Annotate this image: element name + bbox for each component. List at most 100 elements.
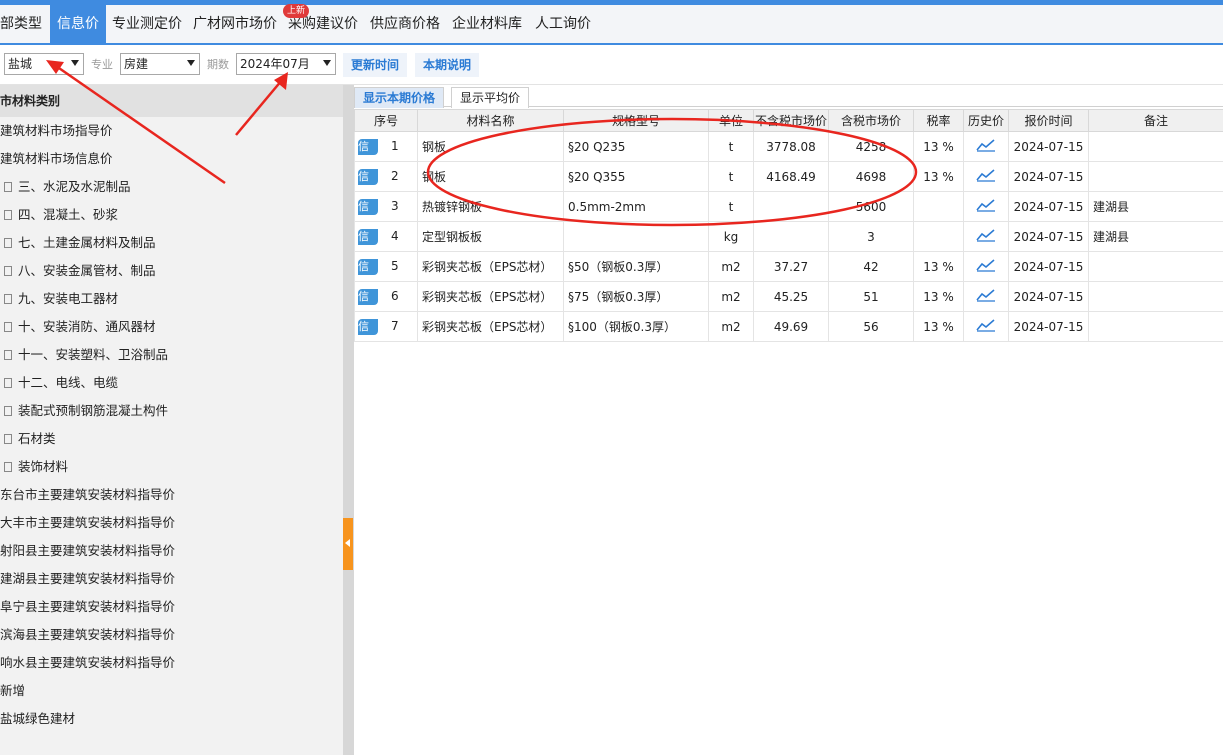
sidebar-item[interactable]: 石材类 xyxy=(4,425,56,453)
tab-market-price[interactable]: 广材网市场价 xyxy=(193,5,279,43)
collapse-sidebar-handle[interactable] xyxy=(343,518,353,570)
sidebar-item[interactable]: 阜宁县主要建筑安装材料指导价 xyxy=(0,593,175,621)
chevron-down-icon xyxy=(187,60,195,66)
sidebar-item[interactable]: 响水县主要建筑安装材料指导价 xyxy=(0,649,175,677)
document-icon xyxy=(4,434,12,444)
sidebar-item[interactable]: 大丰市主要建筑安装材料指导价 xyxy=(0,509,175,537)
cell-spec xyxy=(563,221,709,252)
sidebar-item[interactable]: 东台市主要建筑安装材料指导价 xyxy=(0,481,175,509)
price-view-tabs: 显示本期价格 显示平均价 xyxy=(354,85,1223,108)
sidebar-item[interactable]: 四、混凝土、砂浆 xyxy=(4,201,118,229)
history-price-cell xyxy=(963,221,1009,252)
column-header: 规格型号 xyxy=(563,109,709,132)
row-number: 1 xyxy=(391,138,399,153)
trend-chart-icon[interactable] xyxy=(976,228,996,242)
info-tag-button[interactable]: 信 xyxy=(358,318,378,335)
table-row[interactable]: 信 1 钢板 §20 Q235 t 3778.08 4258 13 % 2024-07-15 xyxy=(354,131,1223,162)
trend-chart-icon[interactable] xyxy=(976,258,996,272)
region-select[interactable]: 盐城 xyxy=(4,53,84,75)
cell-name: 定型钢板板 xyxy=(417,221,564,252)
cell-ex-tax xyxy=(753,191,829,222)
info-tag-button[interactable]: 信 xyxy=(358,168,378,185)
info-tag-button[interactable]: 信 xyxy=(358,138,378,155)
table-row[interactable]: 信 3 热镀锌钢板 0.5mm-2mm t 5600 2024-07-15 建湖县 xyxy=(354,191,1223,222)
sidebar-item[interactable]: 装饰材料 xyxy=(4,453,68,481)
cell-name: 彩钢夹芯板（EPS芯材） xyxy=(417,311,564,342)
history-price-cell xyxy=(963,251,1009,282)
sidebar-item[interactable]: 装配式预制钢筋混凝土构件 xyxy=(4,397,168,425)
sidebar-item[interactable]: 十、安装消防、通风器材 xyxy=(4,313,156,341)
cell-rate xyxy=(913,191,964,222)
price-panel: 显示本期价格 显示平均价 序号 材料名称 规格型号 单位 不含税市场价 含税市场价 税率 历史… xyxy=(354,85,1223,755)
cell-spec: §20 Q355 xyxy=(563,161,709,192)
info-tag-button[interactable]: 信 xyxy=(358,258,378,275)
tab-average-price[interactable]: 显示平均价 xyxy=(451,87,530,108)
row-number-cell: 信6 xyxy=(354,281,418,312)
tab-professional-price[interactable]: 专业测定价 xyxy=(112,5,186,43)
sidebar-item[interactable]: 三、水泥及水泥制品 xyxy=(4,173,131,201)
row-number: 2 xyxy=(391,168,399,183)
sidebar-item[interactable]: 七、土建金属材料及制品 xyxy=(4,229,156,257)
tab-category-type[interactable]: 部类型 xyxy=(0,5,44,43)
sidebar-item[interactable]: 八、安装金属管材、制品 xyxy=(4,257,156,285)
column-header: 材料名称 xyxy=(417,109,564,132)
tab-supplier-price[interactable]: 供应商价格 xyxy=(370,5,442,43)
sidebar-item[interactable]: 十二、电线、电缆 xyxy=(4,369,118,397)
sidebar-item[interactable]: 射阳县主要建筑安装材料指导价 xyxy=(0,537,175,565)
column-header: 含税市场价 xyxy=(828,109,914,132)
cell-date: 2024-07-15 xyxy=(1008,191,1089,222)
trend-chart-icon[interactable] xyxy=(976,318,996,332)
sidebar-item-label: 九、安装电工器材 xyxy=(18,291,119,306)
cell-note xyxy=(1088,311,1223,342)
table-row[interactable]: 信 7 彩钢夹芯板（EPS芯材） §100（钢板0.3厚） m2 49.69 56 13 % 2… xyxy=(354,311,1223,342)
info-tag-button[interactable]: 信 xyxy=(358,228,378,245)
sidebar-item-label: 装饰材料 xyxy=(18,459,69,474)
sidebar-item[interactable]: 盐城绿色建材 xyxy=(0,705,75,733)
period-note-button[interactable]: 本期说明 xyxy=(415,53,480,77)
tab-info-price[interactable]: 信息价 xyxy=(50,5,106,43)
tab-labor-inquiry[interactable]: 人工询价 xyxy=(535,5,595,43)
sidebar-item-label: 射阳县主要建筑安装材料指导价 xyxy=(0,543,176,558)
trend-chart-icon[interactable] xyxy=(976,288,996,302)
sidebar-scrollbar[interactable] xyxy=(343,85,354,755)
sidebar-item-label: 响水县主要建筑安装材料指导价 xyxy=(0,655,176,670)
sidebar-item[interactable]: 建湖县主要建筑安装材料指导价 xyxy=(0,565,175,593)
sidebar-item[interactable]: 建筑材料市场指导价 xyxy=(0,117,113,145)
cell-unit: kg xyxy=(708,221,754,252)
period-select[interactable]: 2024年07月 xyxy=(236,53,336,75)
sidebar-item[interactable]: 新增 xyxy=(0,677,25,705)
sidebar-item[interactable]: 九、安装电工器材 xyxy=(4,285,118,313)
table-row[interactable]: 信 4 定型钢板板 kg 3 2024-07-15 建湖县 xyxy=(354,221,1223,252)
table-row[interactable]: 信 6 彩钢夹芯板（EPS芯材） §75（钢板0.3厚） m2 45.25 51 13 % 20… xyxy=(354,281,1223,312)
tab-enterprise-library[interactable]: 企业材料库 xyxy=(452,5,526,43)
column-header: 单位 xyxy=(708,109,754,132)
cell-inc-tax: 3 xyxy=(828,221,914,252)
history-price-cell xyxy=(963,311,1009,342)
trend-chart-icon[interactable] xyxy=(976,138,996,152)
sidebar-item-label: 盐城绿色建材 xyxy=(0,711,76,726)
cell-rate: 13 % xyxy=(913,131,964,162)
update-time-button[interactable]: 更新时间 xyxy=(343,53,408,77)
info-tag-button[interactable]: 信 xyxy=(358,288,378,305)
table-row[interactable]: 信 2 钢板 §20 Q355 t 4168.49 4698 13 % 2024-07-15 xyxy=(354,161,1223,192)
history-price-cell xyxy=(963,191,1009,222)
trend-chart-icon[interactable] xyxy=(976,198,996,212)
sidebar-item[interactable]: 建筑材料市场信息价 xyxy=(0,145,113,173)
specialty-select[interactable]: 房建 xyxy=(120,53,200,75)
row-number-cell: 信4 xyxy=(354,221,418,252)
cell-unit: m2 xyxy=(708,281,754,312)
table-header-row: 序号 材料名称 规格型号 单位 不含税市场价 含税市场价 税率 历史价 报价时间 备注 xyxy=(354,109,1223,132)
sidebar-item[interactable]: 滨海县主要建筑安装材料指导价 xyxy=(0,621,175,649)
sidebar-item[interactable]: 十一、安装塑料、卫浴制品 xyxy=(4,341,168,369)
chevron-down-icon xyxy=(71,60,79,66)
document-icon xyxy=(4,462,12,472)
trend-chart-icon[interactable] xyxy=(976,168,996,182)
tab-current-price[interactable]: 显示本期价格 xyxy=(354,87,445,108)
period-label: 期数 xyxy=(207,58,229,71)
cell-ex-tax: 4168.49 xyxy=(753,161,829,192)
cell-unit: t xyxy=(708,161,754,192)
table-row[interactable]: 信 5 彩钢夹芯板（EPS芯材） §50（钢板0.3厚） m2 37.27 42 13 % 20… xyxy=(354,251,1223,282)
cell-name: 彩钢夹芯板（EPS芯材） xyxy=(417,281,564,312)
info-tag-button[interactable]: 信 xyxy=(358,198,378,215)
cell-name: 彩钢夹芯板（EPS芯材） xyxy=(417,251,564,282)
